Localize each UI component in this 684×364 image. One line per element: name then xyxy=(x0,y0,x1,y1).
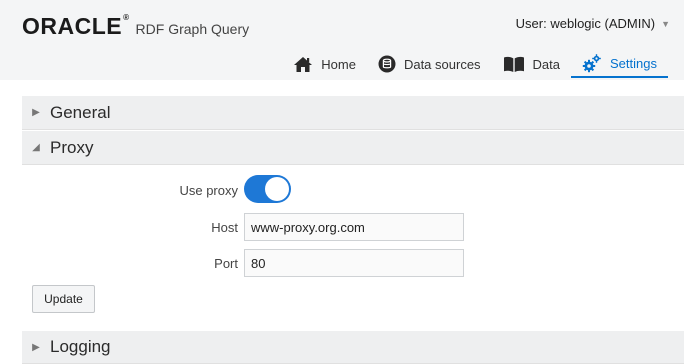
nav-home[interactable]: Home xyxy=(282,50,367,78)
section-proxy-title: Proxy xyxy=(50,137,94,157)
expand-triangle-icon: ▶ xyxy=(32,341,40,353)
update-button[interactable]: Update xyxy=(32,285,95,313)
database-icon xyxy=(378,55,396,73)
user-menu[interactable]: User: weblogic (ADMIN) ▼ xyxy=(516,16,670,31)
host-input[interactable] xyxy=(244,213,464,241)
home-icon xyxy=(294,56,313,72)
brand: ORACLE® RDF Graph Query xyxy=(22,13,249,39)
port-input[interactable] xyxy=(244,249,464,277)
app-title: RDF Graph Query xyxy=(135,21,250,37)
section-proxy[interactable]: ◢ Proxy xyxy=(22,131,684,165)
book-icon xyxy=(503,56,524,72)
section-general[interactable]: ▶ General xyxy=(22,96,684,130)
nav-settings[interactable]: Settings xyxy=(571,50,668,78)
use-proxy-label: Use proxy xyxy=(179,183,238,198)
app-header: ORACLE® RDF Graph Query User: weblogic (… xyxy=(0,0,684,80)
oracle-logo: ORACLE® xyxy=(22,13,130,39)
nav-data-label: Data xyxy=(532,56,561,72)
main-nav: Home Data sources Data Settings xyxy=(282,50,668,78)
section-general-title: General xyxy=(50,102,111,122)
use-proxy-toggle[interactable] xyxy=(244,175,291,203)
port-label: Port xyxy=(214,256,238,271)
nav-settings-label: Settings xyxy=(610,55,657,71)
collapse-triangle-icon: ◢ xyxy=(32,142,40,153)
section-logging-title: Logging xyxy=(50,337,111,356)
nav-home-label: Home xyxy=(321,56,356,72)
nav-data[interactable]: Data xyxy=(492,50,571,78)
nav-data-sources[interactable]: Data sources xyxy=(367,50,492,78)
expand-triangle-icon: ▶ xyxy=(32,107,40,118)
section-logging[interactable]: ▶ Logging xyxy=(22,331,684,364)
caret-down-icon: ▼ xyxy=(661,18,670,29)
toggle-knob xyxy=(265,177,289,201)
host-label: Host xyxy=(211,220,238,235)
user-label: User: weblogic (ADMIN) xyxy=(515,16,656,31)
gears-icon xyxy=(582,54,601,73)
nav-data-sources-label: Data sources xyxy=(403,56,481,72)
